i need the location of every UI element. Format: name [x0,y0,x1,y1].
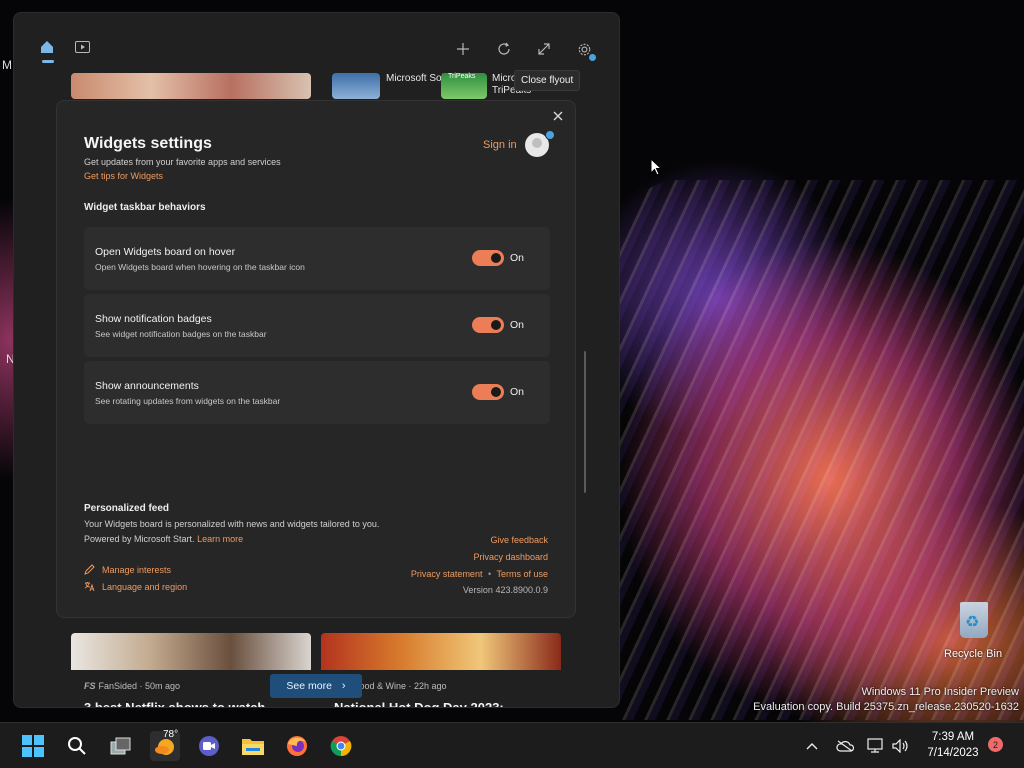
version-label: Version 423.8900.0.9 [462,585,548,595]
tips-link[interactable]: Get tips for Widgets [84,171,163,181]
tripeaks-thumb-label: TriPeaks [448,73,476,80]
section-heading: Widget taskbar behaviors [84,202,206,213]
file-explorer-icon[interactable] [238,731,268,761]
notification-count-badge[interactable]: 2 [988,737,1003,752]
toggle-state-label: On [510,319,525,331]
show-hidden-icons-chevron-up-icon[interactable] [806,723,818,768]
feed-card-source-text: FanSided · 50m ago [98,681,181,691]
setting-description: Open Widgets board when hovering on the … [95,262,305,272]
desktop-icon-label-partial[interactable]: M [2,58,12,72]
feed-image-top-left[interactable] [71,73,311,99]
task-view-icon[interactable] [106,731,136,761]
close-icon[interactable] [549,107,567,125]
search-icon[interactable] [62,731,92,761]
taskbar: 78° 7:39 AM 7/14/2023 2 [0,722,1024,768]
fansided-logo-icon: FS [84,681,96,691]
give-feedback-link[interactable]: Give feedback [490,535,548,545]
recycle-symbol-icon: ♻ [965,614,980,631]
onedrive-offline-icon[interactable] [836,723,854,768]
feed-card-image[interactable] [321,633,561,670]
volume-icon[interactable] [892,723,910,768]
personalized-feed-text: Your Widgets board is personalized with … [84,517,384,547]
clock-date: 7/14/2023 [927,747,979,759]
link-separator: • [487,569,492,579]
privacy-statement-link[interactable]: Privacy statement [411,569,483,579]
network-icon[interactable] [866,723,884,768]
learn-more-link[interactable]: Learn more [197,534,243,544]
watermark-line1: Windows 11 Pro Insider Preview [861,686,1019,698]
teams-icon[interactable] [194,731,224,761]
recycle-bin-label[interactable]: Recycle Bin [944,648,1002,660]
board-header [14,13,619,73]
personalized-feed-title: Personalized feed [84,503,170,514]
taskbar-clock[interactable]: 7:39 AM 7/14/2023 [918,729,988,761]
badges-toggle[interactable] [472,317,504,333]
start-icon[interactable] [18,731,48,761]
terms-of-use-link[interactable]: Terms of use [496,569,548,579]
announcements-toggle[interactable] [472,384,504,400]
setting-description: See rotating updates from widgets on the… [95,396,281,406]
hover-toggle[interactable] [472,250,504,266]
setting-card-badges: Show notification badges See widget noti… [84,294,550,357]
chevron-right-icon: › [341,680,346,692]
home-tab-indicator [42,60,54,63]
settings-notification-dot [588,53,597,62]
privacy-terms-row: Privacy statement • Terms of use [411,569,548,579]
setting-title: Show notification badges [95,313,212,325]
tripeaks-thumbnail[interactable]: TriPeaks [441,73,487,99]
see-more-label: See more [286,680,332,692]
language-region-link[interactable]: Language and region [102,582,187,592]
see-more-button[interactable]: See more › [270,674,362,698]
expand-icon[interactable] [530,35,558,63]
watermark-line2: Evaluation copy. Build 25375.zn_release.… [753,701,1019,713]
toggle-state-label: On [510,252,525,264]
feed-card-headline[interactable]: 3 best Netflix shows to watch [84,700,284,707]
refresh-icon[interactable] [490,35,518,63]
pencil-icon [84,564,95,578]
settings-title: Widgets settings [84,135,212,152]
widgets-settings-flyout: Widgets settings Get updates from your f… [56,100,586,618]
weather-temperature: 78° [163,729,179,740]
home-icon[interactable] [33,33,61,61]
scrollbar[interactable] [584,351,586,493]
setting-description: See widget notification badges on the ta… [95,329,267,339]
feed-card-headline[interactable]: National Hot Dog Day 2023: [334,700,564,707]
mouse-cursor-icon [650,158,662,176]
solitaire-thumbnail[interactable] [332,73,380,99]
feed-card-source: FS FanSided · 50m ago [84,681,180,691]
manage-interests-link[interactable]: Manage interests [102,565,171,575]
close-flyout-tooltip: Close flyout [514,70,581,91]
chrome-icon[interactable] [326,731,356,761]
privacy-dashboard-link[interactable]: Privacy dashboard [473,552,548,562]
recycle-bin-icon[interactable]: ♻ [952,600,996,640]
video-icon[interactable] [68,33,96,61]
feed-card-source: Food & Wine · 22h ago [354,681,447,691]
setting-card-hover: Open Widgets board on hover Open Widgets… [84,227,550,290]
toggle-state-label: On [510,386,525,398]
setting-card-announcements: Show announcements See rotating updates … [84,361,550,424]
setting-title: Open Widgets board on hover [95,246,236,258]
sign-in-link[interactable]: Sign in [483,139,517,151]
language-icon [84,581,95,595]
settings-subtitle: Get updates from your favorite apps and … [84,157,281,167]
avatar-badge [545,130,555,140]
feed-card-image[interactable] [71,633,311,670]
clock-time: 7:39 AM [931,731,975,743]
setting-title: Show announcements [95,380,199,392]
add-icon[interactable] [449,35,477,63]
firefox-icon[interactable] [282,731,312,761]
